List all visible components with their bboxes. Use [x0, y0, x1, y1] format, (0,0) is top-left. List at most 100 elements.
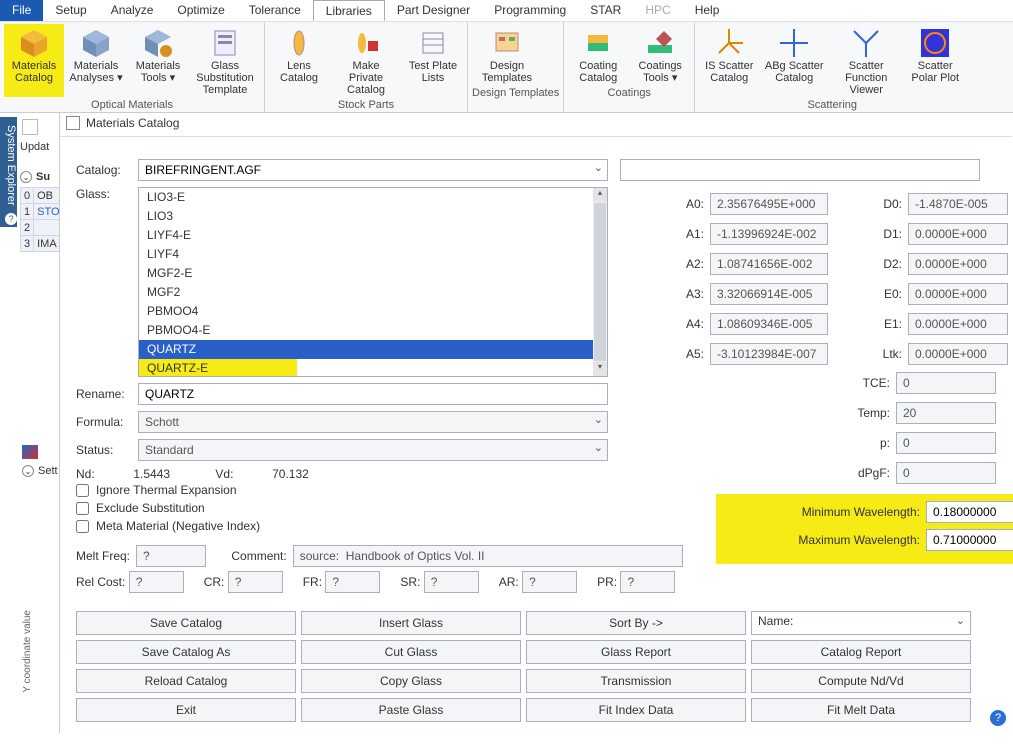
menu-analyze[interactable]: Analyze: [99, 0, 166, 21]
tce-input[interactable]: [896, 372, 996, 394]
fit-melt-data-button[interactable]: Fit Melt Data: [751, 698, 971, 722]
a4-input[interactable]: [710, 313, 828, 335]
pr-input[interactable]: [620, 571, 675, 593]
p-input[interactable]: [896, 432, 996, 454]
meltfreq-input[interactable]: [136, 545, 206, 567]
save-catalog-as-button[interactable]: Save Catalog As: [76, 640, 296, 664]
scatter-polar-plot-button[interactable]: Scatter Polar Plot: [905, 24, 965, 97]
save-catalog-button[interactable]: Save Catalog: [76, 611, 296, 635]
glass-substitution-template-button[interactable]: Glass Substitution Template: [190, 24, 260, 97]
help-icon[interactable]: ?: [990, 710, 1006, 726]
a1-input[interactable]: [710, 223, 828, 245]
materials-catalog-button[interactable]: Materials Catalog: [4, 24, 64, 97]
scrollbar[interactable]: ▴▾: [593, 188, 607, 376]
menu-help[interactable]: Help: [683, 0, 732, 21]
abg-scatter-catalog-button[interactable]: ABg Scatter Catalog: [761, 24, 827, 97]
catalog-text-field[interactable]: [620, 159, 980, 181]
d0-input[interactable]: [908, 193, 1008, 215]
materials-tools-button[interactable]: Materials Tools ▾: [128, 24, 188, 97]
scroll-up-icon[interactable]: ▴: [593, 188, 607, 202]
doc-tab-icon[interactable]: [22, 119, 38, 135]
list-item[interactable]: LIO3-E: [139, 188, 607, 207]
list-item[interactable]: PBMOO4: [139, 302, 607, 321]
cut-glass-button[interactable]: Cut Glass: [301, 640, 521, 664]
list-item[interactable]: LIYF4-E: [139, 226, 607, 245]
exit-button[interactable]: Exit: [76, 698, 296, 722]
comment-input[interactable]: [293, 545, 683, 567]
meta-material-checkbox[interactable]: [76, 520, 89, 533]
status-select[interactable]: [138, 439, 608, 461]
paste-glass-button[interactable]: Paste Glass: [301, 698, 521, 722]
menu-optimize[interactable]: Optimize: [165, 0, 236, 21]
dpgf-input[interactable]: [896, 462, 996, 484]
surface-table[interactable]: 0OB 1STO 2 3IMA: [20, 187, 60, 252]
menu-file[interactable]: File: [0, 0, 43, 21]
ar-input[interactable]: [522, 571, 577, 593]
chevron-down-icon[interactable]: ⌄: [20, 171, 32, 183]
ignore-thermal-checkbox[interactable]: [76, 484, 89, 497]
glass-report-button[interactable]: Glass Report: [526, 640, 746, 664]
design-templates-button[interactable]: Design Templates: [472, 24, 542, 85]
chevron-down-icon[interactable]: ⌄: [22, 465, 34, 477]
sort-by-button[interactable]: Sort By ->: [526, 611, 746, 635]
scroll-down-icon[interactable]: ▾: [593, 362, 607, 376]
menu-hpc[interactable]: HPC: [633, 0, 682, 21]
menu-part-designer[interactable]: Part Designer: [385, 0, 482, 21]
catalog-select[interactable]: [138, 159, 608, 181]
menu-programming[interactable]: Programming: [482, 0, 578, 21]
formula-select[interactable]: [138, 411, 608, 433]
materials-analyses-button[interactable]: Materials Analyses ▾: [66, 24, 126, 97]
min-wavelength-input[interactable]: [926, 501, 1013, 523]
copy-glass-button[interactable]: Copy Glass: [301, 669, 521, 693]
fit-index-data-button[interactable]: Fit Index Data: [526, 698, 746, 722]
a3-input[interactable]: [710, 283, 828, 305]
scroll-thumb[interactable]: [594, 203, 606, 361]
list-item[interactable]: MGF2: [139, 283, 607, 302]
ltk-input[interactable]: [908, 343, 1008, 365]
rename-input[interactable]: [138, 383, 608, 405]
list-item[interactable]: PBMOO4-E: [139, 321, 607, 340]
a5-input[interactable]: [710, 343, 828, 365]
max-wavelength-input[interactable]: [926, 529, 1013, 551]
menu-star[interactable]: STAR: [578, 0, 633, 21]
list-item[interactable]: MGF2-E: [139, 264, 607, 283]
cr-label: CR:: [204, 575, 225, 589]
coating-catalog-button[interactable]: Coating Catalog: [568, 24, 628, 85]
relcost-input[interactable]: [129, 571, 184, 593]
reload-catalog-button[interactable]: Reload Catalog: [76, 669, 296, 693]
fr-input[interactable]: [325, 571, 380, 593]
menu-setup[interactable]: Setup: [43, 0, 98, 21]
temp-input[interactable]: [896, 402, 996, 424]
chart-thumb-icon[interactable]: [22, 445, 38, 459]
menu-libraries[interactable]: Libraries: [313, 0, 385, 21]
is-scatter-catalog-button[interactable]: IS Scatter Catalog: [699, 24, 759, 97]
list-item[interactable]: QUARTZ: [139, 340, 607, 359]
list-item[interactable]: LIYF4: [139, 245, 607, 264]
lens-catalog-button[interactable]: Lens Catalog: [269, 24, 329, 97]
list-item[interactable]: QUARTZ-E: [139, 359, 607, 377]
e1-input[interactable]: [908, 313, 1008, 335]
d2-input[interactable]: [908, 253, 1008, 275]
coatings-tools-button[interactable]: Coatings Tools ▾: [630, 24, 690, 85]
compute-ndvd-button[interactable]: Compute Nd/Vd: [751, 669, 971, 693]
glass-listbox[interactable]: LIO3-E LIO3 LIYF4-E LIYF4 MGF2-E MGF2 PB…: [138, 187, 608, 377]
comment-label: Comment:: [231, 549, 286, 563]
scatter-function-viewer-button[interactable]: Scatter Function Viewer: [829, 24, 903, 97]
e0-input[interactable]: [908, 283, 1008, 305]
transmission-button[interactable]: Transmission: [526, 669, 746, 693]
su-label: Su: [36, 171, 50, 183]
make-private-catalog-button[interactable]: Make Private Catalog: [331, 24, 401, 97]
insert-glass-button[interactable]: Insert Glass: [301, 611, 521, 635]
name-select[interactable]: Name:: [751, 611, 971, 635]
d1-input[interactable]: [908, 223, 1008, 245]
sr-input[interactable]: [424, 571, 479, 593]
a2-input[interactable]: [710, 253, 828, 275]
test-plate-lists-button[interactable]: Test Plate Lists: [403, 24, 463, 97]
catalog-report-button[interactable]: Catalog Report: [751, 640, 971, 664]
cr-input[interactable]: [228, 571, 283, 593]
a0-input[interactable]: [710, 193, 828, 215]
exclude-substitution-checkbox[interactable]: [76, 502, 89, 515]
list-item[interactable]: LIO3: [139, 207, 607, 226]
system-explorer-tab[interactable]: System Explorer ?: [0, 117, 17, 227]
menu-tolerance[interactable]: Tolerance: [237, 0, 313, 21]
